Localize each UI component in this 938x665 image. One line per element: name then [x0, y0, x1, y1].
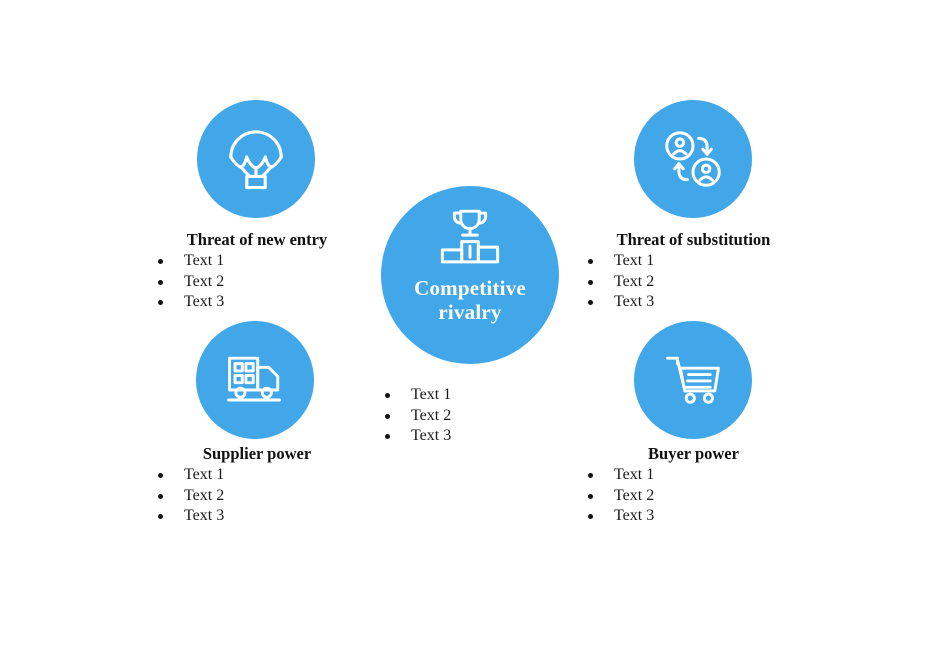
bullet-icon — [385, 393, 390, 398]
bullet-icon — [158, 493, 163, 499]
bullet-icon — [385, 434, 390, 439]
bullet-icon — [158, 514, 163, 519]
list-item: Text 1 — [566, 465, 821, 486]
force-bullets-buyer-power: Text 1 Text 2 Text 3 — [566, 465, 821, 527]
shopping-cart-icon — [663, 352, 723, 408]
list-item: Text 3 — [566, 506, 821, 527]
list-item: Text 2 — [363, 406, 563, 427]
center-label-line2: rivalry — [438, 300, 502, 325]
list-item: Text 1 — [136, 465, 378, 486]
list-item-label: Text 3 — [411, 427, 452, 444]
list-item: Text 3 — [136, 506, 378, 527]
list-item: Text 2 — [136, 272, 378, 293]
force-heading-threat-of-substitution: Threat of substitution — [616, 230, 771, 249]
force-bullets-threat-of-new-entry: Text 1 Text 2 Text 3 — [136, 251, 378, 313]
center-label-line1: Competitive — [414, 276, 526, 300]
force-circle-supplier-power[interactable] — [196, 321, 314, 439]
force-heading-threat-of-new-entry: Threat of new entry — [186, 230, 328, 249]
list-item-label: Text 3 — [184, 293, 225, 310]
list-item: Text 1 — [566, 251, 821, 272]
list-item-label: Text 1 — [614, 252, 655, 269]
bullet-icon — [158, 279, 163, 285]
list-item-label: Text 3 — [184, 507, 225, 524]
force-block-threat-of-substitution: Threat of substitution Text 1 Text 2 Tex… — [566, 230, 821, 313]
bullet-icon — [588, 473, 593, 478]
bullet-icon — [588, 279, 593, 285]
list-item: Text 3 — [363, 426, 563, 447]
list-item: Text 1 — [363, 385, 563, 406]
force-block-supplier-power: Supplier power Text 1 Text 2 Text 3 — [136, 444, 378, 527]
force-circle-threat-of-substitution[interactable] — [634, 100, 752, 218]
list-item: Text 3 — [566, 292, 821, 313]
list-item-label: Text 1 — [184, 252, 225, 269]
parachute-icon — [225, 128, 287, 190]
user-swap-icon — [663, 129, 723, 189]
bullet-icon — [158, 300, 163, 305]
force-block-competitive-rivalry: Text 1 Text 2 Text 3 — [363, 385, 563, 447]
list-item-label: Text 3 — [614, 507, 655, 524]
diagram-canvas: Threat of new entry Text 1 Text 2 Text 3 — [0, 0, 938, 665]
force-block-threat-of-new-entry: Threat of new entry Text 1 Text 2 Text 3 — [136, 230, 378, 313]
list-item-label: Text 1 — [184, 466, 225, 483]
force-heading-supplier-power: Supplier power — [202, 444, 312, 463]
list-item-label: Text 2 — [411, 406, 452, 424]
bullet-icon — [158, 259, 163, 264]
list-item-label: Text 3 — [614, 293, 655, 310]
list-item-label: Text 1 — [411, 386, 452, 403]
trophy-podium-icon — [435, 208, 505, 266]
bullet-icon — [588, 514, 593, 519]
center-label: Competitive rivalry — [414, 276, 526, 325]
list-item: Text 2 — [136, 486, 378, 507]
list-item-label: Text 1 — [614, 466, 655, 483]
bullet-icon — [588, 493, 593, 499]
list-item: Text 2 — [566, 272, 821, 293]
list-item: Text 2 — [566, 486, 821, 507]
force-bullets-supplier-power: Text 1 Text 2 Text 3 — [136, 465, 378, 527]
list-item-label: Text 2 — [614, 486, 655, 504]
delivery-truck-icon — [225, 352, 285, 408]
bullet-icon — [158, 473, 163, 478]
bullet-icon — [385, 413, 390, 419]
list-item-label: Text 2 — [184, 272, 225, 290]
bullet-icon — [588, 259, 593, 264]
force-block-buyer-power: Buyer power Text 1 Text 2 Text 3 — [566, 444, 821, 527]
list-item-label: Text 2 — [184, 486, 225, 504]
force-circle-competitive-rivalry[interactable]: Competitive rivalry — [381, 186, 559, 364]
force-bullets-competitive-rivalry: Text 1 Text 2 Text 3 — [363, 385, 563, 447]
force-bullets-threat-of-substitution: Text 1 Text 2 Text 3 — [566, 251, 821, 313]
list-item: Text 1 — [136, 251, 378, 272]
force-circle-buyer-power[interactable] — [634, 321, 752, 439]
force-circle-threat-of-new-entry[interactable] — [197, 100, 315, 218]
force-heading-buyer-power: Buyer power — [648, 444, 739, 463]
bullet-icon — [588, 300, 593, 305]
list-item: Text 3 — [136, 292, 378, 313]
list-item-label: Text 2 — [614, 272, 655, 290]
